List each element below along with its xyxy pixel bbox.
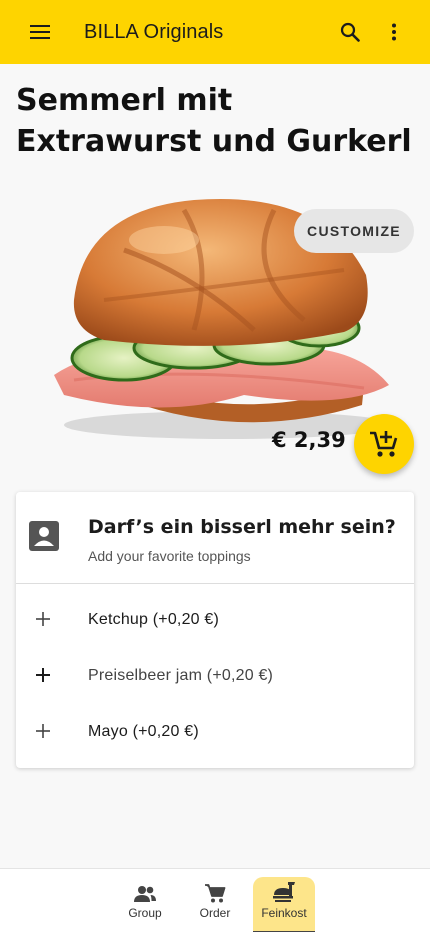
search-icon bbox=[340, 22, 360, 42]
add-to-cart-icon bbox=[370, 431, 398, 457]
more-vert-icon bbox=[392, 23, 396, 41]
nav-label: Group bbox=[128, 906, 162, 920]
toppings-subtitle: Add your favorite toppings bbox=[88, 548, 251, 564]
app-bar: BILLA Originals bbox=[0, 0, 430, 64]
more-options-button[interactable] bbox=[374, 0, 414, 64]
topping-label: Preiselbeer jam (+0,20 €) bbox=[88, 667, 274, 684]
search-button[interactable] bbox=[326, 0, 374, 64]
nav-label: Feinkost bbox=[261, 906, 307, 920]
cart-icon bbox=[205, 884, 226, 903]
nav-label: Order bbox=[199, 906, 231, 920]
topping-option-ketchup[interactable]: Ketchup (+0,20 €) bbox=[16, 592, 414, 648]
add-to-cart-button[interactable] bbox=[354, 414, 414, 474]
add-icon bbox=[36, 668, 50, 682]
topping-label: Mayo (+0,20 €) bbox=[88, 723, 199, 740]
contact-card-icon bbox=[29, 521, 59, 551]
group-icon bbox=[134, 886, 156, 902]
toppings-card-header: Darf’s ein bisserl mehr sein? Add your f… bbox=[16, 492, 414, 584]
toppings-card: Darf’s ein bisserl mehr sein? Add your f… bbox=[16, 492, 414, 768]
product-title: Semmerl mit Extrawurst und Gurkerl bbox=[16, 83, 412, 159]
add-icon bbox=[36, 612, 50, 626]
topping-option-mayo[interactable]: Mayo (+0,20 €) bbox=[16, 704, 414, 760]
product-price: € 2,39 bbox=[272, 428, 346, 452]
menu-icon bbox=[30, 25, 50, 39]
add-icon bbox=[36, 724, 50, 738]
topping-label: Ketchup (+0,20 €) bbox=[88, 611, 220, 628]
menu-button[interactable] bbox=[12, 0, 68, 64]
nav-item-order[interactable]: Order bbox=[184, 877, 246, 932]
app-title: BILLA Originals bbox=[84, 20, 224, 43]
bottom-navigation: Group Order Feinkost bbox=[0, 868, 430, 932]
nav-item-feinkost[interactable]: Feinkost bbox=[253, 877, 315, 932]
topping-option-preiselbeer[interactable]: Preiselbeer jam (+0,20 €) bbox=[16, 648, 414, 704]
food-icon bbox=[273, 882, 295, 902]
customize-button[interactable]: CUSTOMIZE bbox=[294, 209, 414, 253]
nav-item-group[interactable]: Group bbox=[114, 877, 176, 932]
toppings-title: Darf’s ein bisserl mehr sein? bbox=[88, 516, 396, 538]
